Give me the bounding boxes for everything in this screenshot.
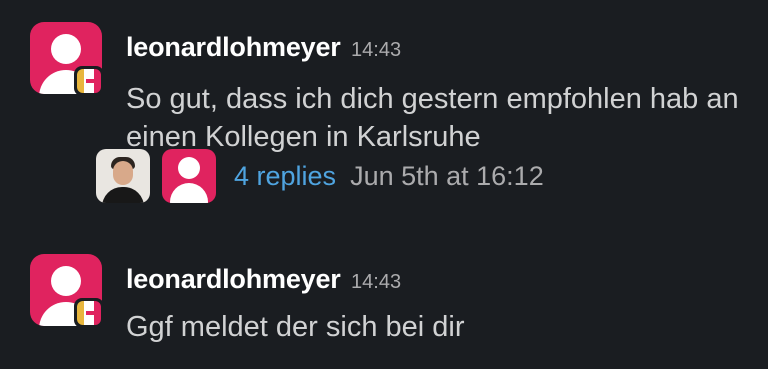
- reply-avatar-photo: [96, 149, 150, 203]
- timestamp[interactable]: 14:43: [351, 39, 401, 61]
- message-text: So gut, dass ich dich gestern empfohlen …: [126, 83, 739, 153]
- status-badge-icon: [74, 66, 104, 96]
- username[interactable]: leonardlohmeyer: [126, 264, 341, 294]
- message-text: Ggf meldet der sich bei dir: [126, 311, 465, 343]
- timestamp[interactable]: 14:43: [351, 271, 401, 293]
- avatar-head: [51, 266, 81, 296]
- status-badge-icon: [74, 298, 104, 328]
- reply-avatar-default: [162, 149, 216, 203]
- message-header: leonardlohmeyer 14:43: [126, 264, 401, 295]
- last-reply-time: Jun 5th at 16:12: [350, 160, 544, 191]
- username[interactable]: leonardlohmeyer: [126, 32, 341, 62]
- thread-summary[interactable]: 4 replies Jun 5th at 16:12: [96, 149, 544, 203]
- replies-link[interactable]: 4 replies: [234, 161, 336, 192]
- avatar-head: [51, 34, 81, 64]
- message-header: leonardlohmeyer 14:43: [126, 32, 401, 63]
